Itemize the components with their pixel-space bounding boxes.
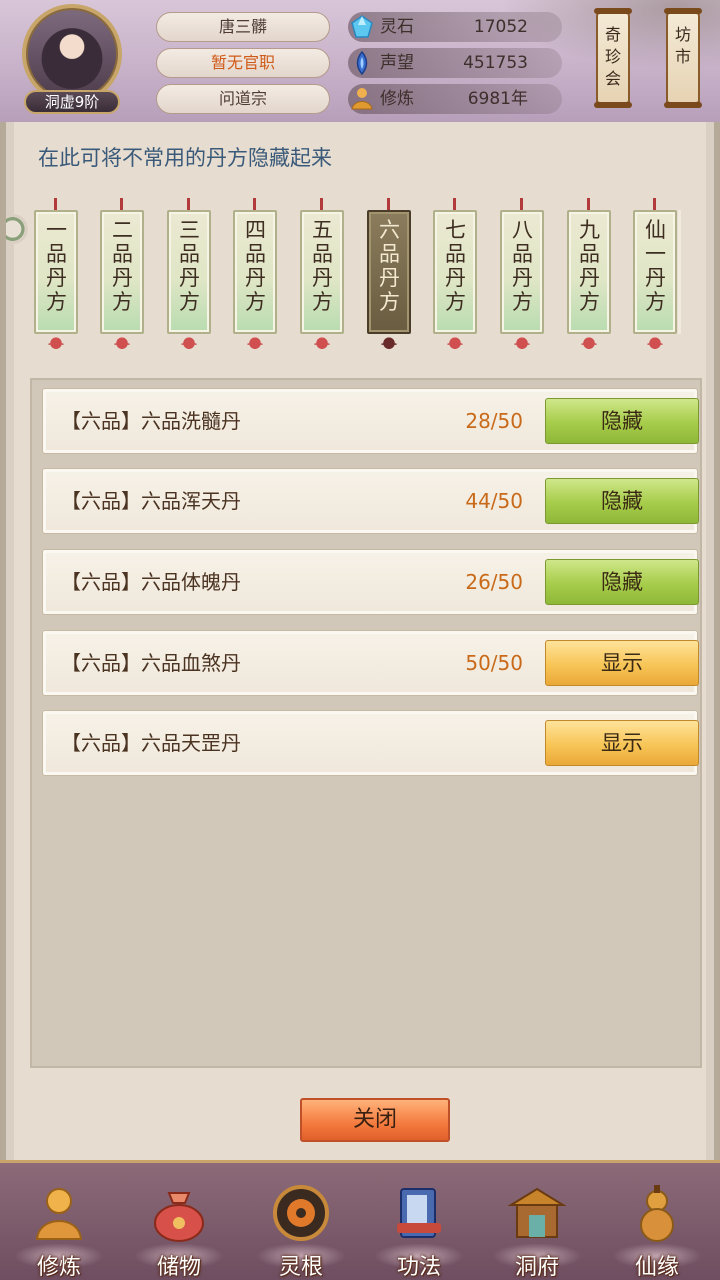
hide-button[interactable]: 隐藏 xyxy=(545,559,699,605)
bottom-navigation: 修炼 储物 灵根 功法 洞府 仙缘 xyxy=(0,1160,720,1280)
technique-book-icon xyxy=(397,1188,441,1238)
tab-label: 六品丹方 xyxy=(379,218,400,314)
official-title[interactable]: 暂无官职 xyxy=(156,48,330,78)
recipe-count: 44/50 xyxy=(465,489,523,513)
nav-label: 功法 xyxy=(396,1255,441,1280)
cultivation-icon xyxy=(351,88,373,110)
hide-button[interactable]: 隐藏 xyxy=(545,478,699,524)
recipe-name: 【六品】六品浑天丹 xyxy=(61,489,241,513)
player-avatar-area[interactable]: 洞虚9阶 xyxy=(18,2,128,114)
tassel-icon xyxy=(514,336,530,360)
nav-label: 修炼 xyxy=(36,1255,81,1280)
tassel-icon xyxy=(447,336,463,360)
list-item: 【六品】六品浑天丹 44/50 隐藏 xyxy=(42,468,699,534)
nav-destiny[interactable]: 仙缘 xyxy=(602,1177,712,1280)
show-button[interactable]: 显示 xyxy=(545,640,699,686)
tab-grade-2[interactable]: 二品丹方 xyxy=(100,198,144,363)
tab-label: 仙一丹方 xyxy=(645,218,666,314)
nav-label: 灵根 xyxy=(278,1255,323,1280)
stat-cultivation: 修炼 6981年 xyxy=(348,84,562,114)
top-header: 洞虚9阶 唐三髒 暂无官职 问道宗 灵石 17052 声望 451753 修炼 … xyxy=(0,0,720,122)
recipe-name: 【六品】六品体魄丹 xyxy=(61,570,241,594)
tab-grade-4[interactable]: 四品丹方 xyxy=(233,198,277,363)
stat-label: 修炼 xyxy=(380,89,414,109)
market-button[interactable]: 坊市 xyxy=(664,8,702,108)
list-item: 【六品】六品血煞丹 50/50 显示 xyxy=(42,630,699,696)
reputation-icon xyxy=(356,50,368,76)
nav-storage[interactable]: 储物 xyxy=(124,1177,234,1280)
recipe-list[interactable]: 【六品】六品洗髓丹 28/50 隐藏 【六品】六品浑天丹 44/50 隐藏 【六… xyxy=(30,378,702,1068)
tab-label: 五品丹方 xyxy=(312,218,333,314)
tassel-icon xyxy=(114,336,130,360)
recipe-hide-panel: 在此可将不常用的丹方隐藏起来 一品丹方 二品丹方 三品丹方 四品丹方 五品丹方 … xyxy=(0,122,720,1160)
list-item: 【六品】六品洗髓丹 28/50 隐藏 xyxy=(42,388,699,454)
list-item: 【六品】六品体魄丹 26/50 隐藏 xyxy=(42,549,699,615)
sect-name[interactable]: 问道宗 xyxy=(156,84,330,114)
stat-value: 451753 xyxy=(463,53,528,73)
spirit-root-icon xyxy=(273,1185,329,1241)
tab-label: 八品丹方 xyxy=(512,218,533,314)
tab-label: 七品丹方 xyxy=(445,218,466,314)
player-name: 唐三髒 xyxy=(156,12,330,42)
nav-label: 储物 xyxy=(156,1255,201,1280)
avatar[interactable] xyxy=(22,4,122,104)
tab-grade-5[interactable]: 五品丹方 xyxy=(300,198,344,363)
panel-body: 在此可将不常用的丹方隐藏起来 一品丹方 二品丹方 三品丹方 四品丹方 五品丹方 … xyxy=(6,122,708,1160)
spirit-stone-icon xyxy=(351,15,373,38)
gourd-icon xyxy=(640,1185,674,1242)
hide-button[interactable]: 隐藏 xyxy=(545,398,699,444)
stat-label: 灵石 xyxy=(380,17,414,37)
nav-spirit-root[interactable]: 灵根 xyxy=(246,1177,356,1280)
tassel-icon xyxy=(48,336,64,360)
nav-label: 洞府 xyxy=(514,1255,559,1280)
side-handle[interactable] xyxy=(6,214,28,244)
tab-label: 四品丹方 xyxy=(245,218,266,314)
stat-label: 声望 xyxy=(380,53,414,73)
panel-hint: 在此可将不常用的丹方隐藏起来 xyxy=(38,146,332,170)
tab-label: 九品丹方 xyxy=(579,218,600,314)
storage-bag-icon xyxy=(154,1192,204,1242)
tassel-icon xyxy=(247,336,263,360)
recipe-count: 26/50 xyxy=(465,570,523,594)
recipe-name: 【六品】六品天罡丹 xyxy=(61,731,241,755)
close-button[interactable]: 关闭 xyxy=(300,1098,450,1142)
tassel-icon xyxy=(381,336,397,360)
list-item: 【六品】六品天罡丹 显示 xyxy=(42,710,699,776)
tab-grade-6[interactable]: 六品丹方 xyxy=(367,198,411,363)
cave-dwelling-icon xyxy=(507,1187,567,1238)
treasure-auction-button[interactable]: 奇珍会 xyxy=(594,8,632,108)
nav-label: 仙缘 xyxy=(634,1255,679,1280)
tab-grade-8[interactable]: 八品丹方 xyxy=(500,198,544,363)
tab-label: 二品丹方 xyxy=(112,218,133,314)
tab-label: 三品丹方 xyxy=(179,218,200,314)
recipe-name: 【六品】六品血煞丹 xyxy=(61,651,241,675)
tassel-icon xyxy=(581,336,597,360)
meditating-monk-icon xyxy=(35,1188,83,1240)
stat-value: 6981年 xyxy=(467,89,528,109)
nav-cultivate[interactable]: 修炼 xyxy=(4,1177,114,1280)
stat-reputation: 声望 451753 xyxy=(348,48,562,78)
tassel-icon xyxy=(647,336,663,360)
nav-cave-dwelling[interactable]: 洞府 xyxy=(482,1177,592,1280)
show-button[interactable]: 显示 xyxy=(545,720,699,766)
tab-grade-7[interactable]: 七品丹方 xyxy=(433,198,477,363)
stat-value: 17052 xyxy=(473,17,528,37)
stat-spirit-stone: 灵石 17052 xyxy=(348,12,562,42)
tab-grade-1[interactable]: 一品丹方 xyxy=(34,198,78,363)
tab-immortal-1[interactable]: 仙一丹方 xyxy=(633,198,681,363)
tassel-icon xyxy=(314,336,330,360)
tab-label: 一品丹方 xyxy=(46,218,67,314)
tab-grade-9[interactable]: 九品丹方 xyxy=(567,198,611,363)
tassel-icon xyxy=(181,336,197,360)
recipe-count: 28/50 xyxy=(465,409,523,433)
tab-grade-3[interactable]: 三品丹方 xyxy=(167,198,211,363)
grade-tabs: 一品丹方 二品丹方 三品丹方 四品丹方 五品丹方 六品丹方 七品丹方 八品丹方 … xyxy=(32,198,708,368)
recipe-count: 50/50 xyxy=(465,651,523,675)
recipe-name: 【六品】六品洗髓丹 xyxy=(61,409,241,433)
realm-badge: 洞虚9阶 xyxy=(24,90,120,114)
nav-technique[interactable]: 功法 xyxy=(364,1177,474,1280)
